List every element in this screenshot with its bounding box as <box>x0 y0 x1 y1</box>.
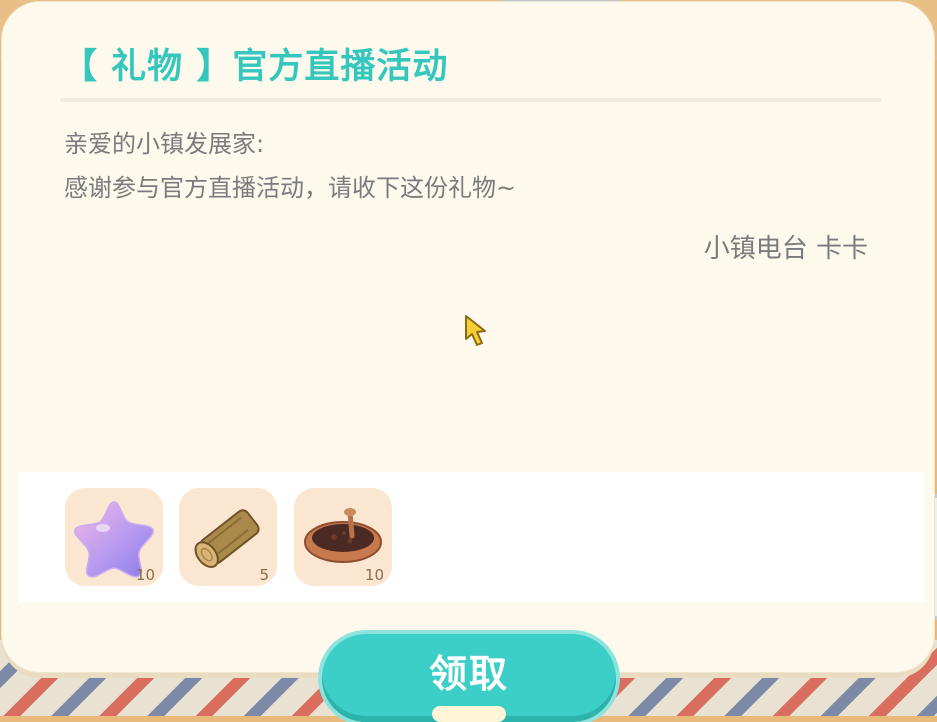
reward-quantity: 10 <box>135 566 155 584</box>
mail-signature: 小镇电台 卡卡 <box>703 234 868 264</box>
mail-title: 【 礼物 】官方直播活动 <box>62 47 449 87</box>
mail-dialog: 【 礼物 】官方直播活动 亲爱的小镇发展家: 感谢参与官方直播活动，请收下这份礼… <box>2 2 934 672</box>
mail-body: 感谢参与官方直播活动，请收下这份礼物~ <box>64 174 517 202</box>
reward-item[interactable]: 5 <box>179 488 277 586</box>
pointer-cursor-icon <box>465 315 486 346</box>
mail-greeting: 亲爱的小镇发展家: <box>64 130 265 158</box>
title-divider <box>60 98 882 102</box>
reward-item[interactable]: 10 <box>294 488 392 586</box>
reward-list: 10 5 10 <box>18 472 924 602</box>
claim-button-tab <box>432 706 506 722</box>
reward-item[interactable]: 10 <box>65 488 163 586</box>
reward-quantity: 10 <box>364 566 384 584</box>
reward-quantity: 5 <box>259 566 269 584</box>
